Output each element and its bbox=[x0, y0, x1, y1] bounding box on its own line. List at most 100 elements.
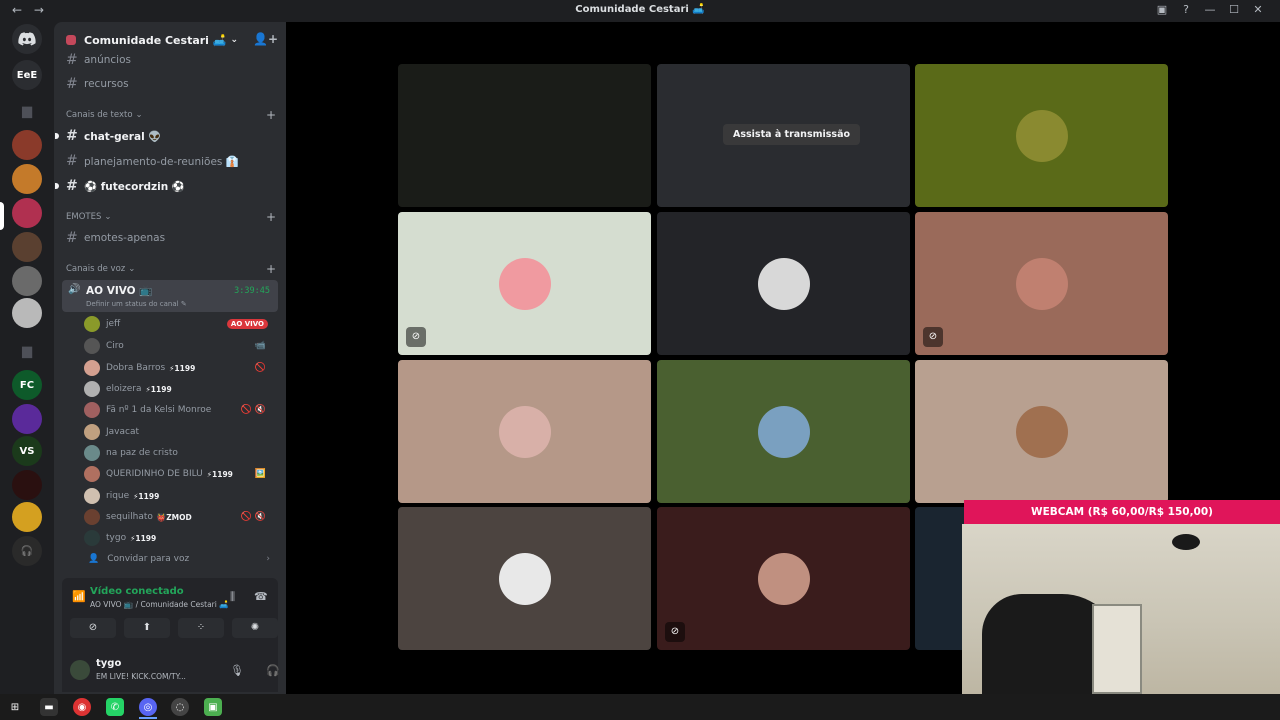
hash-icon: # bbox=[66, 178, 78, 194]
video-tile[interactable]: ⊘ bbox=[915, 212, 1168, 355]
voice-user-row[interactable]: tygo ⚡1199 bbox=[84, 528, 274, 548]
disconnect-icon[interactable]: ☎ bbox=[254, 590, 268, 603]
add-channel-icon[interactable]: + bbox=[266, 108, 276, 122]
invite-to-voice[interactable]: 👤 Convidar para voz › bbox=[84, 549, 278, 569]
voice-state-icon: 🚫 bbox=[254, 363, 266, 373]
voice-channel-ao-vivo[interactable]: 🔊 AO VIVO 📺 3:39:45 Definir um status do… bbox=[62, 280, 278, 312]
discord-home-button[interactable] bbox=[12, 24, 42, 54]
hash-icon: # bbox=[66, 76, 78, 92]
user-tag-badge: ⚡1199 bbox=[145, 384, 172, 394]
avatar bbox=[84, 445, 100, 461]
inbox-icon[interactable]: ▣ bbox=[1150, 3, 1174, 16]
server-icon[interactable] bbox=[12, 266, 42, 296]
channel-anuncios[interactable]: # anúncios bbox=[62, 50, 278, 70]
maximize-button[interactable]: ☐ bbox=[1222, 3, 1246, 16]
invite-people-icon[interactable]: 👤+ bbox=[253, 32, 278, 46]
help-icon[interactable]: ? bbox=[1174, 3, 1198, 16]
selected-server-pill bbox=[0, 202, 4, 230]
server-icon[interactable] bbox=[12, 130, 42, 160]
server-icon-vs[interactable]: VS bbox=[12, 436, 42, 466]
whatsapp-app-icon[interactable]: ✆ bbox=[106, 698, 124, 716]
video-tile[interactable] bbox=[915, 360, 1168, 503]
avatar bbox=[84, 530, 100, 546]
voice-user-row[interactable]: na paz de cristo bbox=[84, 443, 274, 463]
video-tile[interactable] bbox=[398, 360, 651, 503]
voice-user-row[interactable]: Dobra Barros ⚡1199 🚫 bbox=[84, 358, 274, 378]
server-header[interactable]: Comunidade Cestari 🛋️ ⌄ 👤+ bbox=[66, 30, 278, 50]
video-tile[interactable]: ⊘ bbox=[398, 212, 651, 355]
server-label: FC bbox=[19, 379, 35, 391]
voice-user-row[interactable]: jeff AO VIVO bbox=[84, 314, 274, 334]
voice-user-row[interactable]: sequilhato 👹ZMOD 🚫 🔇 bbox=[84, 507, 274, 527]
microphone-icon[interactable]: 🎙 bbox=[230, 664, 244, 677]
obs-app-icon[interactable]: ◌ bbox=[171, 698, 189, 716]
user-tag-badge: 👹ZMOD bbox=[156, 512, 192, 522]
chrome-app-icon[interactable]: ◉ bbox=[73, 698, 91, 716]
avatar[interactable] bbox=[70, 660, 90, 680]
channel-recursos[interactable]: # recursos bbox=[62, 74, 278, 94]
discord-icon: ◎ bbox=[143, 701, 153, 713]
server-icon-selected[interactable] bbox=[12, 198, 42, 228]
category-voice-channels[interactable]: Canais de voz ⌄ + bbox=[66, 262, 276, 276]
video-tile[interactable] bbox=[915, 64, 1168, 207]
voice-user-row[interactable]: rique ⚡1199 bbox=[84, 486, 274, 506]
folder-icon[interactable]: ▆ bbox=[17, 104, 37, 120]
terminal-app-icon[interactable]: ▬ bbox=[40, 698, 58, 716]
voice-user-row[interactable]: QUERIDINHO DE BILU ⚡1199 🖼️ bbox=[84, 464, 274, 484]
server-icon[interactable] bbox=[12, 232, 42, 262]
add-channel-icon[interactable]: + bbox=[266, 262, 276, 276]
video-tile[interactable]: ⊘ bbox=[657, 507, 910, 650]
voice-channel-status[interactable]: Definir um status do canal ✎ bbox=[86, 300, 187, 308]
camera-off-button[interactable]: ⊘ bbox=[70, 618, 116, 638]
voice-connected-subtitle[interactable]: AO VIVO 📺 / Comunidade Cestari 🛋️ bbox=[90, 600, 229, 609]
video-tile[interactable]: Assista à transmissão bbox=[657, 64, 910, 207]
avatar bbox=[758, 406, 810, 458]
minimize-button[interactable]: — bbox=[1198, 3, 1222, 16]
avatar bbox=[758, 553, 810, 605]
server-label: VS bbox=[19, 445, 35, 457]
chevron-down-icon: ⌄ bbox=[230, 35, 239, 45]
noise-suppression-icon[interactable]: ⫼ bbox=[230, 590, 235, 604]
voice-user-name: sequilhato bbox=[106, 512, 153, 522]
server-icon[interactable] bbox=[12, 164, 42, 194]
discord-app-icon[interactable]: ◎ bbox=[139, 698, 157, 716]
server-icon-headphones[interactable]: 🎧 bbox=[12, 536, 42, 566]
start-windows-icon[interactable]: ⊞ bbox=[6, 698, 24, 716]
voice-user-row[interactable]: Fã nº 1 da Kelsi Monroe 🚫 🔇 bbox=[84, 400, 274, 420]
add-channel-icon[interactable]: + bbox=[266, 210, 276, 224]
server-icon-eee[interactable]: EeE bbox=[12, 60, 42, 90]
server-icon[interactable] bbox=[12, 502, 42, 532]
video-tile[interactable] bbox=[657, 212, 910, 355]
webcam-background-object bbox=[1092, 604, 1142, 694]
channel-chat-geral[interactable]: # chat-geral 👽 bbox=[55, 126, 278, 146]
category-label: Canais de voz bbox=[66, 264, 126, 274]
voice-user-row[interactable]: Javacat bbox=[84, 422, 274, 442]
channel-planejamento[interactable]: # planejamento-de-reuniões 👔 bbox=[62, 151, 278, 171]
share-screen-button[interactable]: ⬆ bbox=[124, 618, 170, 638]
voice-user-row[interactable]: eloizera ⚡1199 bbox=[84, 379, 274, 399]
android-app-icon[interactable]: ▣ bbox=[204, 698, 222, 716]
server-icon[interactable] bbox=[12, 404, 42, 434]
channel-label: recursos bbox=[84, 78, 129, 90]
channel-emotes-apenas[interactable]: # emotes-apenas bbox=[62, 228, 278, 248]
voice-user-row[interactable]: Ciro 📹 bbox=[84, 336, 274, 356]
server-icon[interactable] bbox=[12, 470, 42, 500]
soundboard-button[interactable]: ✺ bbox=[232, 618, 278, 638]
avatar bbox=[499, 258, 551, 310]
server-icon-fc[interactable]: FC bbox=[12, 370, 42, 400]
folder-icon[interactable]: ▆ bbox=[17, 344, 37, 360]
video-tile[interactable] bbox=[398, 64, 651, 207]
watch-stream-button[interactable]: Assista à transmissão bbox=[723, 124, 861, 145]
category-emotes[interactable]: EMOTES ⌄ + bbox=[66, 210, 276, 224]
hash-icon: # bbox=[66, 128, 78, 144]
voice-user-name: na paz de cristo bbox=[106, 448, 178, 458]
category-text-channels[interactable]: Canais de texto ⌄ + bbox=[66, 108, 276, 122]
webcam-lamp bbox=[1172, 534, 1200, 550]
server-icon[interactable] bbox=[12, 298, 42, 328]
headphones-icon[interactable]: 🎧 bbox=[266, 664, 280, 677]
video-tile[interactable] bbox=[398, 507, 651, 650]
channel-futecordzin[interactable]: # ⚽ futecordzin ⚽ bbox=[55, 176, 278, 196]
activities-button[interactable]: ⁘ bbox=[178, 618, 224, 638]
video-tile[interactable] bbox=[657, 360, 910, 503]
close-button[interactable]: ✕ bbox=[1246, 3, 1270, 16]
